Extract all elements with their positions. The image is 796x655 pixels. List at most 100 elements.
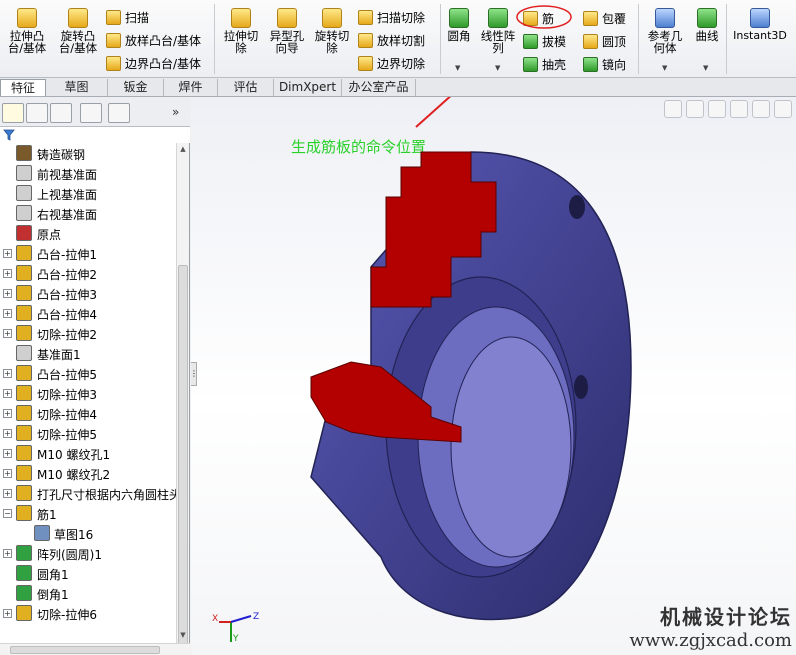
boundary-boss-label: 边界凸台/基体	[125, 56, 202, 71]
tree-node-label: 切除-拉伸6	[37, 608, 97, 622]
hole-wizard-button[interactable]: 异型孔 向导	[266, 8, 308, 54]
reference-geometry-dropdown-icon[interactable]: ▼	[662, 64, 667, 72]
tree-node[interactable]: 草图16	[0, 523, 176, 543]
loft-boss-icon	[106, 32, 121, 48]
tree-node[interactable]: 圆角1	[0, 563, 176, 583]
tree-node[interactable]: + M10 螺纹孔2	[0, 463, 176, 483]
revolve-boss-button[interactable]: 旋转凸 台/基体	[56, 8, 100, 54]
expand-icon[interactable]: +	[3, 369, 12, 378]
expand-icon[interactable]: +	[3, 409, 12, 418]
curves-dropdown-icon[interactable]: ▼	[703, 64, 708, 72]
tree-node[interactable]: + 切除-拉伸5	[0, 423, 176, 443]
tree-node[interactable]: + 凸台-拉伸5	[0, 363, 176, 383]
curves-button[interactable]: 曲线	[690, 8, 724, 42]
hscroll-thumb[interactable]	[10, 646, 160, 654]
tab-office-products[interactable]: 办公室产品	[342, 79, 416, 96]
fillet-dropdown-icon[interactable]: ▼	[455, 64, 460, 72]
sweep-cut-button[interactable]: 扫描切除	[358, 8, 425, 26]
boundary-cut-button[interactable]: 边界切除	[358, 54, 425, 72]
axis-y-label: Y	[233, 634, 239, 644]
linear-pattern-dropdown-icon[interactable]: ▼	[495, 64, 500, 72]
tree-node-label: 凸台-拉伸3	[37, 288, 97, 302]
tree-horizontal-scrollbar[interactable]	[0, 643, 190, 655]
expand-icon[interactable]: +	[3, 249, 12, 258]
tree-node[interactable]: + 切除-拉伸3	[0, 383, 176, 403]
loft-cut-button[interactable]: 放样切割	[358, 31, 425, 49]
reference-geometry-button[interactable]: 参考几 何体	[642, 8, 688, 54]
axis-x-label: X	[212, 614, 219, 624]
extrude-boss-button[interactable]: 拉伸凸 台/基体	[6, 8, 48, 54]
tree-node[interactable]: + 凸台-拉伸3	[0, 283, 176, 303]
tree-node[interactable]: + 阵列(圆周)1	[0, 543, 176, 563]
extrude-cut-button[interactable]: 拉伸切 除	[220, 8, 262, 54]
tree-node[interactable]: + 打孔尺寸根据内六角圆柱头	[0, 483, 176, 503]
scroll-thumb[interactable]	[178, 265, 188, 645]
filter-icon[interactable]	[3, 129, 15, 141]
sweep-label: 扫描	[125, 10, 150, 25]
dimxpert-manager-tab-icon[interactable]	[80, 103, 102, 123]
wrap-button[interactable]: 包覆	[583, 9, 626, 27]
ribbon-separator	[638, 4, 639, 74]
expand-icon[interactable]: +	[3, 429, 12, 438]
loft-boss-button[interactable]: 放样凸台/基体	[106, 31, 201, 49]
collapse-icon[interactable]: −	[3, 509, 12, 518]
tree-node[interactable]: + 切除-拉伸2	[0, 323, 176, 343]
configuration-manager-tab-icon[interactable]	[50, 103, 72, 123]
tree-node[interactable]: 铸造碳钢	[0, 143, 176, 163]
expand-icon[interactable]: +	[3, 489, 12, 498]
tree-node[interactable]: 倒角1	[0, 583, 176, 603]
display-manager-tab-icon[interactable]	[108, 103, 130, 123]
mirror-button[interactable]: 镜向	[583, 55, 626, 73]
tab-evaluate[interactable]: 评估	[218, 79, 274, 96]
tree-node[interactable]: + 切除-拉伸4	[0, 403, 176, 423]
tree-node[interactable]: 前视基准面	[0, 163, 176, 183]
tab-sketch[interactable]: 草图	[46, 79, 108, 96]
tree-node[interactable]: + 凸台-拉伸1	[0, 243, 176, 263]
expand-icon[interactable]: +	[3, 269, 12, 278]
tab-weldments[interactable]: 焊件	[164, 79, 218, 96]
boundary-boss-button[interactable]: 边界凸台/基体	[106, 54, 201, 72]
tree-node-label: 前视基准面	[37, 168, 98, 182]
extrude-boss-icon	[16, 265, 32, 281]
tree-node[interactable]: + 凸台-拉伸4	[0, 303, 176, 323]
tree-node[interactable]: 上视基准面	[0, 183, 176, 203]
tree-node[interactable]: + 切除-拉伸6	[0, 603, 176, 623]
extrude-boss-icon	[16, 305, 32, 321]
tab-dimxpert[interactable]: DimXpert	[274, 79, 342, 96]
expand-icon[interactable]: +	[3, 329, 12, 338]
tree-node[interactable]: + 凸台-拉伸2	[0, 263, 176, 283]
scroll-down-icon[interactable]: ▼	[178, 631, 188, 641]
instant3d-button[interactable]: Instant3D	[728, 8, 792, 42]
tab-features[interactable]: 特征	[0, 79, 46, 96]
graphics-area[interactable]: ⋮ 生成筋板的命令位置 X Y Z 机械设计论坛 www.zgjxcad.com	[191, 97, 796, 655]
expand-icon[interactable]: +	[3, 389, 12, 398]
expand-icon[interactable]: +	[3, 469, 12, 478]
expand-icon[interactable]: +	[3, 309, 12, 318]
revolve-cut-button[interactable]: 旋转切 除	[311, 8, 353, 54]
tree-node[interactable]: + M10 螺纹孔1	[0, 443, 176, 463]
tree-node[interactable]: 基准面1	[0, 343, 176, 363]
linear-pattern-button[interactable]: 线性阵 列	[478, 8, 518, 54]
feature-manager-tab-icon[interactable]	[2, 103, 24, 123]
tree-node[interactable]: − 筋1	[0, 503, 176, 523]
expand-icon[interactable]: +	[3, 289, 12, 298]
expand-icon[interactable]: +	[3, 449, 12, 458]
tree-node[interactable]: 原点	[0, 223, 176, 243]
sweep-button[interactable]: 扫描	[106, 8, 149, 26]
tree-node[interactable]: 右视基准面	[0, 203, 176, 223]
boundary-boss-icon	[106, 55, 121, 71]
draft-button[interactable]: 拔模	[523, 32, 566, 50]
panel-expand-icon[interactable]: »	[172, 105, 179, 119]
dome-button[interactable]: 圆顶	[583, 32, 626, 50]
shell-button[interactable]: 抽壳	[523, 55, 566, 73]
expand-icon[interactable]: +	[3, 549, 12, 558]
tree-vertical-scrollbar[interactable]: ▲ ▼	[176, 143, 189, 645]
tab-sheet-metal[interactable]: 钣金	[108, 79, 164, 96]
plane-icon	[16, 185, 32, 201]
extrude-cut-label: 拉伸切 除	[223, 29, 259, 55]
extrude-boss-label: 拉伸凸 台/基体	[7, 29, 47, 55]
expand-icon[interactable]: +	[3, 609, 12, 618]
fillet-button[interactable]: 圆角	[444, 8, 474, 42]
scroll-up-icon[interactable]: ▲	[178, 145, 188, 155]
property-manager-tab-icon[interactable]	[26, 103, 48, 123]
